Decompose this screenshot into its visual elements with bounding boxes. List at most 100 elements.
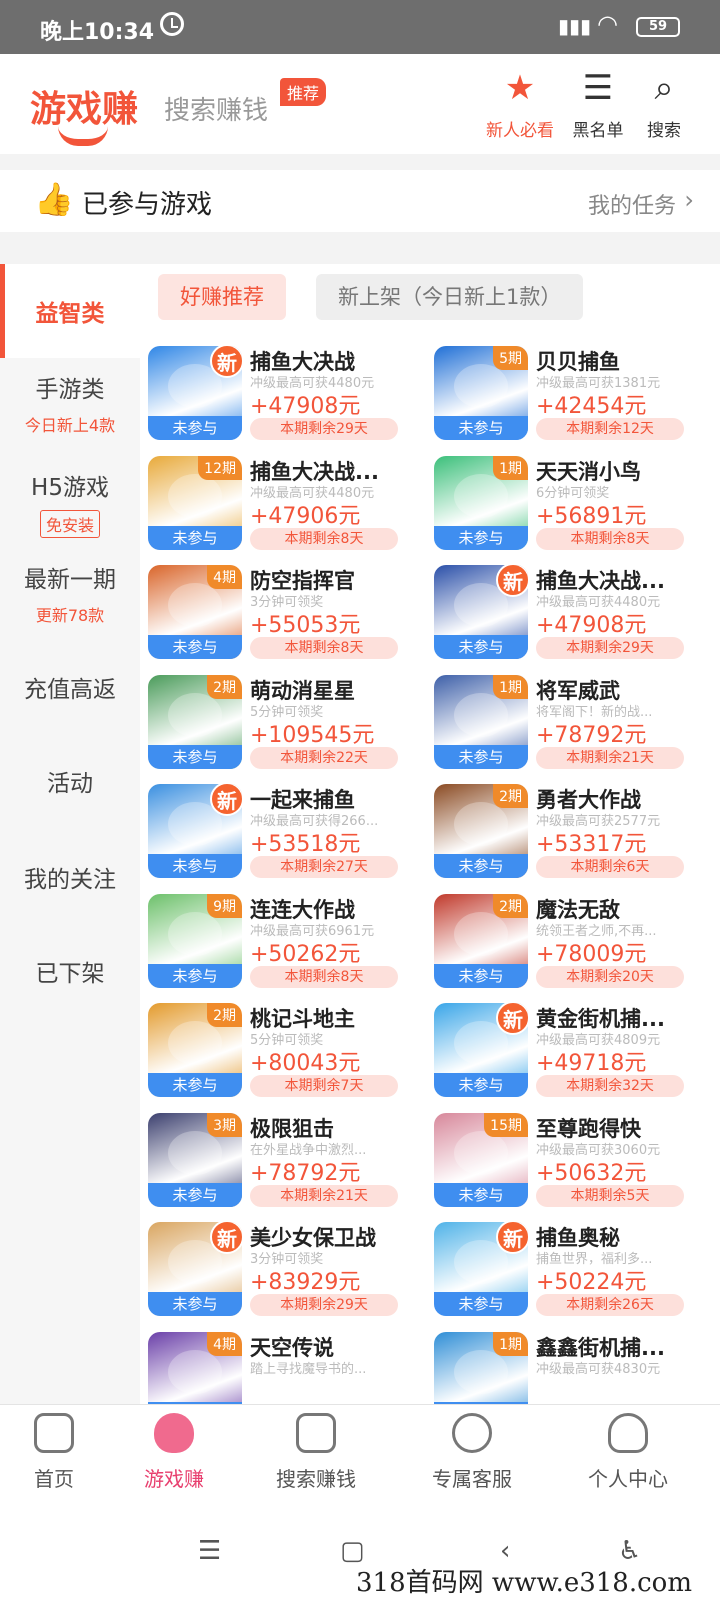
newbie-guide-button[interactable]: ★ 新人必看	[480, 66, 560, 141]
game-icon: 5期 未参与	[434, 346, 528, 440]
reward-amount: +47908元	[536, 613, 647, 638]
game-card[interactable]: 2期 未参与 桃记斗地主 5分钟可领奖 +80043元 本期剩余7天	[140, 1003, 416, 1103]
reward-amount: +47906元	[250, 503, 361, 529]
sidebar-item-puzzle[interactable]: 益智类	[0, 264, 140, 358]
reward-amount: +78792元	[250, 1160, 361, 1186]
game-card[interactable]: 新未参与 一起来捕鱼 冲级最高可获得266... +53518元 本期剩余27天	[140, 784, 416, 884]
sidebar-item-mobile-games[interactable]: 手游类 今日新上4款	[0, 370, 140, 436]
sidebar-item-h5-games[interactable]: H5游戏 免安装	[0, 468, 140, 538]
game-icon: 1期未参与	[434, 455, 528, 550]
game-icon: 1期未参与	[434, 1331, 528, 1404]
chevron-right-icon: ›	[684, 186, 694, 214]
tab-new-arrivals[interactable]: 新上架（今日新上1款）	[316, 274, 584, 320]
game-card[interactable]: 新未参与 美少女保卫战 3分钟可领奖 +83929元 本期剩余29天	[140, 1222, 416, 1322]
period-badge: 新	[210, 1222, 242, 1254]
period-badge: 9期	[207, 893, 242, 918]
bottom-nav: 首页 游戏赚 搜索赚钱 专属客服 个人中心	[0, 1404, 720, 1502]
sidebar-item-following[interactable]: 我的关注	[0, 860, 140, 894]
watermark: 318首码网 www.e318.com	[356, 1568, 692, 1598]
game-icon: 新未参与	[148, 1222, 242, 1316]
reward-amount: +50224元	[536, 1270, 647, 1295]
period-badge: 1期	[493, 674, 528, 699]
game-card[interactable]: 4期未参与天空传说踏上寻找魔导书的...	[140, 1331, 416, 1404]
recommend-badge: 推荐	[280, 78, 327, 106]
participation-status: 未参与	[148, 963, 242, 988]
chat-icon	[452, 1413, 492, 1453]
tab-search-earn[interactable]: 搜索赚钱	[164, 90, 268, 127]
period-badge: 12期	[198, 455, 242, 480]
game-card[interactable]: 1期 未参与 将军威武 将军阁下！新的战... +78792元 本期剩余21天	[426, 674, 702, 775]
game-card[interactable]: 1期 未参与 天天消小鸟 6分钟可领奖 +56891元 本期剩余8天	[426, 455, 702, 556]
nav-game-earn[interactable]: 游戏赚	[114, 1413, 234, 1492]
participation-status: 未参与	[434, 1073, 528, 1097]
game-card[interactable]: 新未参与 捕鱼大决战... 冲级最高可获4480元 +47908元 本期剩余29天	[426, 565, 702, 665]
game-card[interactable]: 新未参与 捕鱼大决战 冲级最高可获4480元 +47908元 本期剩余29天	[140, 346, 416, 446]
home-icon	[34, 1413, 74, 1453]
nav-search-earn[interactable]: 搜索赚钱	[256, 1413, 376, 1492]
period-badge: 2期	[493, 893, 528, 918]
nav-home[interactable]: 首页	[0, 1413, 114, 1492]
battery-icon: 59	[636, 17, 680, 37]
thumbs-up-icon: 👍	[34, 180, 74, 218]
bag-icon	[296, 1413, 336, 1453]
period-badge: 3期	[207, 1112, 242, 1137]
period-badge: 4期	[207, 1331, 242, 1356]
game-icon: 新未参与	[434, 1222, 528, 1316]
remaining-days: 本期剩余20天	[536, 965, 684, 988]
remaining-days: 本期剩余8天	[250, 637, 398, 659]
reward-amount: +80043元	[250, 1051, 361, 1076]
game-card[interactable]: 3期 未参与 极限狙击 在外星战争中激烈... +78792元 本期剩余21天	[140, 1112, 416, 1213]
reward-amount: +53317元	[536, 832, 647, 857]
game-card[interactable]: 新未参与 捕鱼奥秘 捕鱼世界，福利多... +50224元 本期剩余26天	[426, 1222, 702, 1322]
participation-status: 未参与	[148, 1182, 242, 1207]
game-card[interactable]: 5期 未参与 贝贝捕鱼 冲级最高可获1381元 +42454元 本期剩余12天	[426, 346, 702, 446]
logo-smile-icon	[58, 126, 108, 146]
participation-status: 未参与	[434, 1292, 528, 1316]
participation-status: 未参与	[148, 854, 242, 878]
joined-games-title: 已参与游戏	[82, 190, 213, 220]
my-tasks-link[interactable]: 我的任务	[588, 188, 676, 220]
period-badge: 1期	[493, 1331, 528, 1356]
status-time: 晚上10:34	[40, 20, 155, 45]
participation-status: 未参与	[434, 416, 528, 440]
nav-customer-service[interactable]: 专属客服	[412, 1413, 532, 1492]
remaining-days: 本期剩余5天	[536, 1184, 684, 1207]
game-card[interactable]: 1期未参与鑫鑫街机捕...冲级最高可获4830元	[426, 1331, 702, 1404]
search-button[interactable]: ⌕ 搜索	[624, 66, 704, 141]
game-list: 好赚推荐 新上架（今日新上1款） 新未参与 捕鱼大决战 冲级最高可获4480元 +47…	[140, 264, 720, 1404]
game-icon: 新未参与	[434, 1003, 528, 1097]
sidebar-item-removed[interactable]: 已下架	[0, 954, 140, 988]
period-badge: 15期	[484, 1112, 528, 1137]
game-card[interactable]: 9期 未参与 连连大作战 冲级最高可获6961元 +50262元 本期剩余8天	[140, 893, 416, 994]
remaining-days: 本期剩余22天	[250, 746, 398, 769]
reward-amount: +42454元	[536, 394, 647, 419]
reward-amount: +50262元	[250, 941, 361, 967]
sidebar-item-latest[interactable]: 最新一期 更新78款	[0, 560, 140, 626]
game-card[interactable]: 12期 未参与 捕鱼大决战... 冲级最高可获4480元 +47906元 本期剩余8天	[140, 455, 416, 556]
game-card[interactable]: 2期 未参与 勇者大作战 冲级最高可获2577元 +53317元 本期剩余6天	[426, 784, 702, 884]
menu-icon[interactable]: ☰	[198, 1536, 221, 1566]
tab-game-earn[interactable]: 游戏赚	[30, 80, 138, 132]
remaining-days: 本期剩余8天	[250, 965, 398, 988]
reward-amount: +49718元	[536, 1051, 647, 1076]
game-icon: 1期未参与	[434, 674, 528, 769]
reward-amount: +109545元	[250, 722, 375, 748]
game-card[interactable]: 新未参与 黄金街机捕... 冲级最高可获4809元 +49718元 本期剩余32天	[426, 1003, 702, 1103]
game-icon: 4期未参与	[148, 565, 242, 659]
game-card[interactable]: 2期 未参与 魔法无敌 统领王者之师,不再... +78009元 本期剩余20天	[426, 893, 702, 994]
period-badge: 新	[496, 1222, 528, 1254]
reward-amount: +47908元	[250, 394, 361, 419]
tab-recommended[interactable]: 好赚推荐	[158, 274, 286, 320]
game-card[interactable]: 2期 未参与 萌动消星星 5分钟可领奖 +109545元 本期剩余22天	[140, 674, 416, 775]
joined-games-bar[interactable]: 👍 已参与游戏 我的任务 ›	[0, 170, 720, 232]
remaining-days: 本期剩余26天	[536, 1294, 684, 1316]
remaining-days: 本期剩余32天	[536, 1075, 684, 1097]
game-icon: 3期未参与	[148, 1112, 242, 1207]
sidebar-item-activity[interactable]: 活动	[0, 764, 140, 798]
game-card[interactable]: 4期 未参与 防空指挥官 3分钟可领奖 +55053元 本期剩余8天	[140, 565, 416, 665]
game-card[interactable]: 15期 未参与 至尊跑得快 冲级最高可获3060元 +50632元 本期剩余5天	[426, 1112, 702, 1213]
status-bar: 晚上10:34 ▮▮▮ ◠ 59	[0, 0, 720, 54]
remaining-days: 本期剩余8天	[250, 527, 398, 550]
sidebar-item-recharge[interactable]: 充值高返	[0, 670, 140, 704]
nav-profile[interactable]: 个人中心	[568, 1413, 688, 1492]
